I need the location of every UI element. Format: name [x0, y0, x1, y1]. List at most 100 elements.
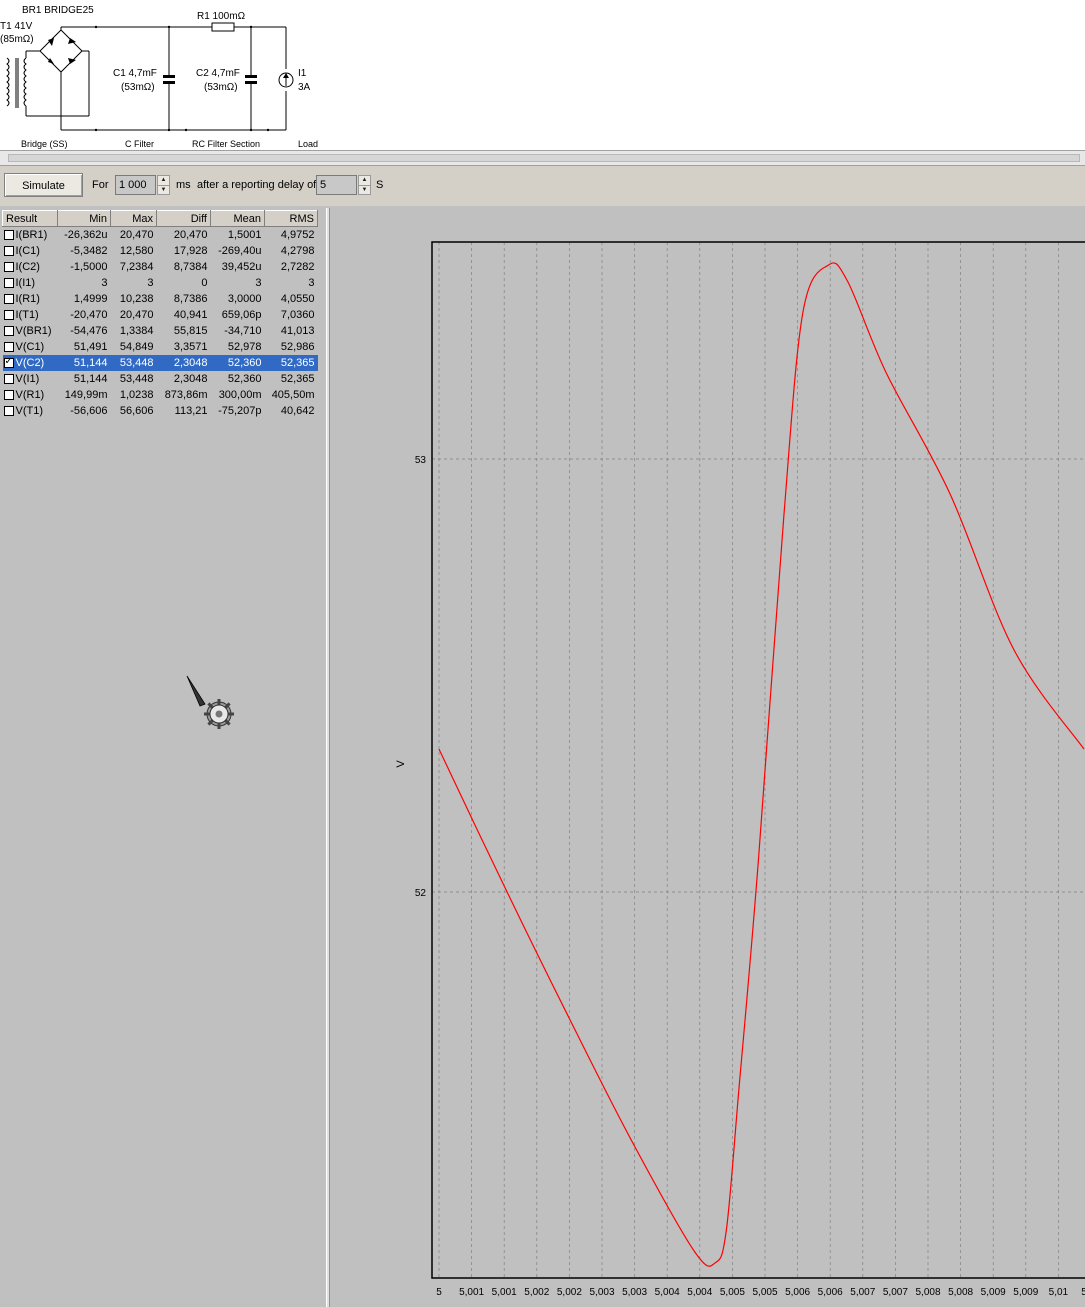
result-checkbox[interactable]: [3, 406, 14, 416]
result-max-cell: 3: [147, 277, 154, 289]
result-checkbox[interactable]: [3, 310, 14, 320]
result-rms-cell: 52,365: [264, 355, 318, 371]
result-max-cell: 12,580: [119, 245, 154, 257]
table-row[interactable]: V(I1) 51,144 53,448 2,3048 52,360 52,365: [3, 371, 318, 387]
result-name: V(I1): [15, 373, 40, 385]
result-rms-cell: 7,0360: [280, 309, 315, 321]
x-tick-label: 5,004: [687, 1287, 712, 1298]
result-mean-cell: 52,360: [227, 373, 262, 385]
waveform-chart-area: 53 52 5 5,001 5,001 5,002 5,002 5,003 5,003 5,004…: [331, 208, 1085, 1307]
table-row[interactable]: V(T1) -56,606 56,606 113,21 -75,207p 40,642: [3, 403, 318, 419]
result-checkbox[interactable]: [3, 326, 14, 336]
duration-spinner[interactable]: ▲ ▼: [157, 175, 170, 195]
result-mean-cell: 52,978: [227, 341, 262, 353]
table-row[interactable]: V(C1) 51,491 54,849 3,3571 52,978 52,986: [3, 339, 318, 355]
table-row[interactable]: I(T1) -20,470 20,470 40,941 659,06p 7,0360: [3, 307, 318, 323]
result-checkbox[interactable]: [3, 342, 14, 352]
result-max-cell: 53,448: [119, 373, 154, 385]
result-rms-cell: 41,013: [280, 325, 315, 337]
section-label-c-filter: C Filter: [125, 139, 154, 149]
result-max-cell: 1,0238: [119, 389, 154, 401]
duration-unit-label: ms: [176, 179, 191, 191]
spin-up-icon[interactable]: ▲: [158, 176, 169, 185]
delay-input[interactable]: 5: [316, 175, 357, 195]
result-name-cell[interactable]: V(BR1): [3, 323, 58, 339]
result-checkbox[interactable]: [3, 278, 14, 288]
x-tick-label: 5,01: [1081, 1287, 1085, 1298]
column-header-min[interactable]: Min: [57, 210, 111, 227]
schematic-scrollbar[interactable]: [0, 150, 1085, 166]
table-row[interactable]: V(C2) 51,14453,4482,304852,36052,365: [2, 355, 318, 371]
c1-label: C1 4,7mF: [113, 68, 157, 79]
result-name-cell[interactable]: I(T1): [3, 307, 58, 323]
column-header-mean[interactable]: Mean: [210, 210, 265, 227]
result-name-cell[interactable]: V(C2): [2, 355, 58, 371]
transformer-resistance-label: (85mΩ): [0, 34, 34, 45]
result-name-cell[interactable]: I(C1): [3, 243, 58, 259]
busy-gear-cursor-icon: [186, 675, 234, 729]
x-tick-label: 5,009: [981, 1287, 1006, 1298]
result-name-cell[interactable]: I(C2): [3, 259, 58, 275]
result-mean-cell: -269,40u: [218, 245, 262, 257]
section-label-rc-filter: RC Filter Section: [192, 139, 261, 149]
result-checkbox[interactable]: [3, 356, 14, 368]
delay-spinner[interactable]: ▲ ▼: [358, 175, 371, 195]
result-checkbox[interactable]: [3, 246, 14, 256]
x-tick-label: 5,002: [524, 1287, 549, 1298]
panel-splitter[interactable]: [326, 208, 330, 1307]
plot-frame: [431, 241, 1085, 1279]
spin-down-icon[interactable]: ▼: [158, 185, 169, 195]
section-label-load: Load: [298, 139, 319, 149]
result-min-cell: 51,144: [57, 355, 111, 371]
result-name: I(T1): [15, 309, 39, 321]
result-mean-cell: 659,06p: [221, 309, 262, 321]
column-header-diff[interactable]: Diff: [156, 210, 211, 227]
result-diff-cell: 873,86m: [164, 389, 208, 401]
table-row[interactable]: I(C2) -1,5000 7,2384 8,7384 39,452u 2,7282: [3, 259, 318, 275]
spin-up-icon[interactable]: ▲: [359, 176, 370, 185]
result-checkbox[interactable]: [3, 262, 14, 272]
result-diff-cell: 2,3048: [156, 355, 211, 371]
result-mean-cell: 1,5001: [227, 229, 262, 241]
results-header-row: Result Min Max Diff Mean RMS: [2, 210, 318, 227]
table-row[interactable]: I(R1) 1,4999 10,238 8,7386 3,0000 4,0550: [3, 291, 318, 307]
table-row[interactable]: V(R1) 149,99m 1,0238 873,86m 300,00m 405,50m: [3, 387, 318, 403]
simulation-toolbar: Simulate For 1 000 ▲ ▼ ms after a reporti…: [0, 166, 1085, 206]
spin-down-icon[interactable]: ▼: [359, 185, 370, 195]
column-header-result[interactable]: Result: [2, 210, 58, 227]
scrollbar-thumb[interactable]: [8, 154, 1080, 162]
result-name: V(R1): [15, 389, 45, 401]
table-row[interactable]: I(I1) 3 3 0 3 3: [3, 275, 318, 291]
result-checkbox[interactable]: [3, 390, 14, 400]
result-name-cell[interactable]: V(T1): [3, 403, 58, 419]
result-name-cell[interactable]: I(I1): [3, 275, 58, 291]
result-name-cell[interactable]: I(R1): [3, 291, 58, 307]
result-mean-cell: 300,00m: [218, 389, 262, 401]
result-max-cell: 10,238: [119, 293, 154, 305]
result-checkbox[interactable]: [3, 294, 14, 304]
load-name-label: I1: [298, 68, 307, 79]
result-max-cell: 1,3384: [119, 325, 154, 337]
result-diff-cell: 2,3048: [173, 373, 208, 385]
duration-input[interactable]: 1 000: [115, 175, 156, 195]
result-name-cell[interactable]: V(I1): [3, 371, 58, 387]
result-diff-cell: 0: [201, 277, 208, 289]
x-tick-label: 5,005: [720, 1287, 745, 1298]
simulate-button[interactable]: Simulate: [4, 173, 83, 197]
x-tick-label: 5,009: [1013, 1287, 1038, 1298]
result-min-cell: 1,4999: [73, 293, 108, 305]
x-tick-label: 5,006: [785, 1287, 810, 1298]
column-header-rms[interactable]: RMS: [264, 210, 318, 227]
result-name-cell[interactable]: V(C1): [3, 339, 58, 355]
result-min-cell: 51,144: [73, 373, 108, 385]
table-row[interactable]: I(BR1) -26,362u 20,470 20,470 1,5001 4,9752: [3, 227, 318, 244]
table-row[interactable]: V(BR1) -54,476 1,3384 55,815 -34,710 41,013: [3, 323, 318, 339]
result-name-cell[interactable]: I(BR1): [3, 227, 58, 244]
result-rms-cell: 2,7282: [280, 261, 315, 273]
table-row[interactable]: I(C1) -5,3482 12,580 17,928 -269,40u 4,2798: [3, 243, 318, 259]
result-checkbox[interactable]: [3, 374, 14, 384]
column-header-max[interactable]: Max: [110, 210, 157, 227]
schematic-view: BR1 BRIDGE25 T1 41V (85mΩ) R1 100mΩ C1 4…: [0, 0, 1085, 150]
result-checkbox[interactable]: [3, 230, 14, 240]
result-name-cell[interactable]: V(R1): [3, 387, 58, 403]
